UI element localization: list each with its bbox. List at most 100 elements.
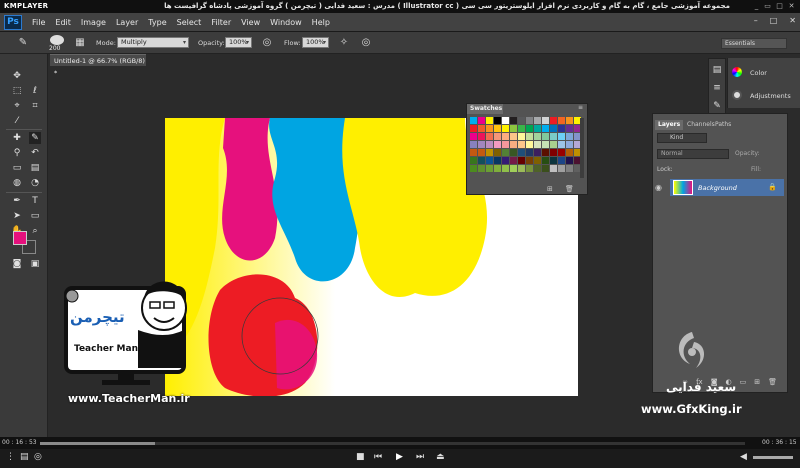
menu-layer[interactable]: Layer bbox=[116, 18, 138, 27]
menu-image[interactable]: Image bbox=[81, 18, 106, 27]
swatch-cell[interactable] bbox=[566, 165, 573, 172]
swatch-cell[interactable] bbox=[518, 149, 525, 156]
swatch-cell[interactable] bbox=[502, 117, 509, 124]
healing-brush-tool-icon[interactable]: ✚ bbox=[11, 132, 23, 144]
swatch-cell[interactable] bbox=[502, 141, 509, 148]
swatch-cell[interactable] bbox=[470, 125, 477, 132]
new-swatch-icon[interactable]: ⊞ bbox=[547, 185, 553, 193]
volume-icon[interactable]: ◀ bbox=[740, 452, 747, 462]
swatch-cell[interactable] bbox=[558, 133, 565, 140]
color-panel-icon[interactable] bbox=[732, 67, 742, 77]
swatch-cell[interactable] bbox=[534, 157, 541, 164]
pressure-size-icon[interactable]: ◎ bbox=[359, 35, 373, 50]
menu-select[interactable]: Select bbox=[177, 18, 202, 27]
swatch-cell[interactable] bbox=[534, 165, 541, 172]
zoom-tool-icon[interactable]: ⌕ bbox=[29, 225, 41, 237]
swatch-cell[interactable] bbox=[542, 117, 549, 124]
tab-paths[interactable]: Paths bbox=[712, 120, 734, 130]
swatch-cell[interactable] bbox=[558, 149, 565, 156]
swatch-cell[interactable] bbox=[478, 133, 485, 140]
layer-blend-mode[interactable]: Normal bbox=[657, 149, 729, 159]
menu-filter[interactable]: Filter bbox=[211, 18, 231, 27]
swatch-cell[interactable] bbox=[470, 149, 477, 156]
menu-view[interactable]: View bbox=[241, 18, 260, 27]
adjustments-panel-icon[interactable] bbox=[732, 90, 742, 100]
swatch-cell[interactable] bbox=[470, 165, 477, 172]
swatch-cell[interactable] bbox=[534, 133, 541, 140]
swatch-cell[interactable] bbox=[566, 141, 573, 148]
brush-preview-icon[interactable] bbox=[50, 35, 64, 45]
swatch-cell[interactable] bbox=[518, 125, 525, 132]
quick-select-tool-icon[interactable]: ⌖ bbox=[11, 100, 23, 112]
swatches-scrollbar[interactable] bbox=[580, 118, 584, 178]
layer-name[interactable]: Background bbox=[698, 184, 737, 192]
next-icon[interactable]: ⏭ bbox=[416, 452, 424, 462]
menu-file[interactable]: File bbox=[32, 18, 45, 27]
swatch-cell[interactable] bbox=[542, 149, 549, 156]
swatch-cell[interactable] bbox=[558, 157, 565, 164]
swatch-cell[interactable] bbox=[486, 157, 493, 164]
swatch-cell[interactable] bbox=[478, 141, 485, 148]
swatch-cell[interactable] bbox=[486, 133, 493, 140]
swatch-cell[interactable] bbox=[550, 149, 557, 156]
swatch-cell[interactable] bbox=[542, 157, 549, 164]
swatch-cell[interactable] bbox=[470, 141, 477, 148]
swatch-cell[interactable] bbox=[526, 117, 533, 124]
gradient-tool-icon[interactable]: ▤ bbox=[29, 162, 41, 174]
crop-tool-icon[interactable]: ⌗ bbox=[29, 100, 41, 112]
swatch-cell[interactable] bbox=[542, 133, 549, 140]
swatch-cell[interactable] bbox=[470, 133, 477, 140]
swatch-cell[interactable] bbox=[526, 157, 533, 164]
swatch-cell[interactable] bbox=[534, 149, 541, 156]
swatch-cell[interactable] bbox=[478, 165, 485, 172]
swatch-cell[interactable] bbox=[542, 165, 549, 172]
play-icon[interactable]: ▶ bbox=[396, 452, 403, 462]
swatch-cell[interactable] bbox=[534, 141, 541, 148]
swatch-cell[interactable] bbox=[526, 165, 533, 172]
swatch-cell[interactable] bbox=[510, 157, 517, 164]
marquee-tool-icon[interactable]: ⬚ bbox=[11, 85, 23, 97]
swatch-cell[interactable] bbox=[518, 157, 525, 164]
swatch-cell[interactable] bbox=[550, 141, 557, 148]
swatch-cell[interactable] bbox=[526, 125, 533, 132]
swatch-cell[interactable] bbox=[534, 125, 541, 132]
adjustments-panel-label[interactable]: Adjustments bbox=[750, 92, 791, 100]
swatch-cell[interactable] bbox=[494, 133, 501, 140]
swatch-cell[interactable] bbox=[550, 157, 557, 164]
kmplayer-logo[interactable]: KMPLAYER bbox=[4, 2, 48, 10]
history-panel-icon[interactable]: ▤ bbox=[711, 64, 723, 76]
swatch-cell[interactable] bbox=[510, 141, 517, 148]
swatch-cell[interactable] bbox=[550, 117, 557, 124]
swatches-panel-title[interactable]: Swatches bbox=[467, 104, 503, 114]
swatch-cell[interactable] bbox=[550, 133, 557, 140]
menu-help[interactable]: Help bbox=[312, 18, 330, 27]
pressure-opacity-icon[interactable]: ◎ bbox=[260, 35, 274, 50]
swatch-cell[interactable] bbox=[510, 133, 517, 140]
seek-progress[interactable] bbox=[40, 442, 155, 445]
swatch-cell[interactable] bbox=[518, 165, 525, 172]
swatch-cell[interactable] bbox=[510, 149, 517, 156]
flow-input[interactable]: 100% bbox=[302, 37, 329, 48]
swatch-cell[interactable] bbox=[486, 141, 493, 148]
volume-slider[interactable] bbox=[753, 456, 793, 459]
swatch-cell[interactable] bbox=[502, 133, 509, 140]
swatch-cell[interactable] bbox=[470, 157, 477, 164]
player-maximize-button[interactable]: □ bbox=[775, 2, 784, 11]
swatch-cell[interactable] bbox=[478, 149, 485, 156]
swatch-cell[interactable] bbox=[542, 125, 549, 132]
lasso-tool-icon[interactable]: ℓ bbox=[29, 85, 41, 97]
swatch-cell[interactable] bbox=[510, 165, 517, 172]
foreground-color-swatch[interactable] bbox=[13, 231, 27, 245]
dodge-tool-icon[interactable]: ◔ bbox=[29, 177, 41, 189]
previous-icon[interactable]: ⏮ bbox=[374, 452, 382, 462]
brush-panel-icon[interactable]: ▦ bbox=[73, 35, 87, 50]
swatch-cell[interactable] bbox=[526, 133, 533, 140]
tab-layers[interactable]: Layers bbox=[655, 120, 684, 130]
swatch-cell[interactable] bbox=[518, 141, 525, 148]
swatch-cell[interactable] bbox=[470, 117, 477, 124]
eq-icon[interactable]: ⋮ bbox=[6, 452, 15, 462]
swatch-cell[interactable] bbox=[566, 133, 573, 140]
mode-select[interactable]: Multiply bbox=[117, 37, 189, 48]
player-minimize-button[interactable]: _ bbox=[752, 2, 761, 11]
shape-tool-icon[interactable]: ▭ bbox=[29, 210, 41, 222]
